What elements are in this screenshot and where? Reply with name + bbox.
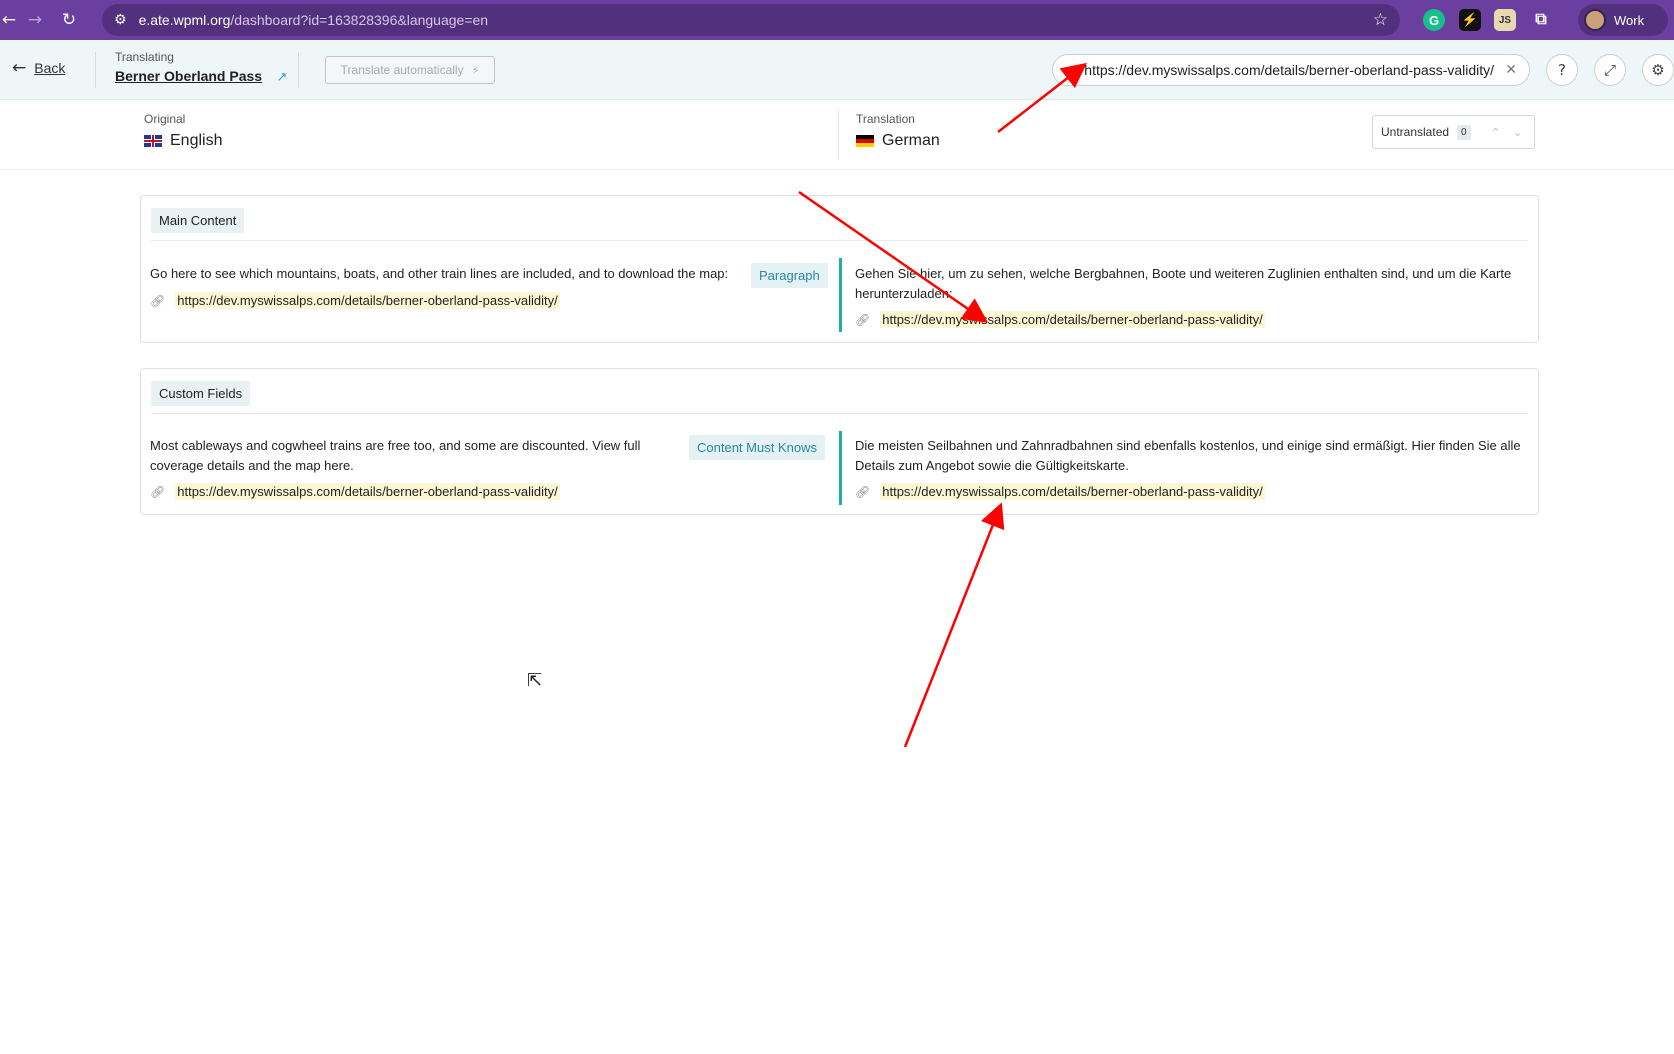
- source-text-line: coverage details and the map here.: [150, 458, 354, 473]
- original-lang: English: [170, 132, 223, 149]
- url-path: /dashboard?id=163828396&language=en: [230, 12, 489, 28]
- translate-automatically-label: Translate automatically: [340, 63, 464, 77]
- editor-toolbar: ← Back Translating Berner Oberland Pass …: [0, 40, 1674, 100]
- link-icon: 🔗︎: [855, 484, 871, 499]
- annotation-arrow: [903, 502, 1005, 748]
- translating-caption: Translating: [115, 50, 174, 64]
- search-icon: ⌕: [1065, 62, 1073, 78]
- divider: [95, 52, 96, 88]
- translation-caption: Translation: [856, 112, 915, 126]
- untranslated-count: 0: [1457, 124, 1471, 140]
- link-icon: 🔗︎: [855, 312, 871, 327]
- section-label: Custom Fields: [151, 381, 251, 406]
- gear-icon[interactable]: ⚙: [1642, 54, 1674, 86]
- back-arrow-icon: ←: [12, 58, 27, 78]
- source-link: 🔗︎ https://dev.myswissalps.com/details/b…: [150, 483, 560, 500]
- section-custom-fields: Custom Fields Most cableways and cogwhee…: [140, 368, 1539, 515]
- divider: [151, 413, 1528, 414]
- section-main-content: Main Content Go here to see which mounta…: [140, 195, 1539, 343]
- target-text-line: herunterzuladen:: [855, 286, 953, 301]
- search-field[interactable]: ⌕ ✕: [1052, 54, 1530, 86]
- external-link-icon[interactable]: ↗: [277, 70, 288, 85]
- target-url[interactable]: https://dev.myswissalps.com/details/bern…: [880, 483, 1265, 500]
- search-input[interactable]: [1084, 62, 1505, 78]
- extension-icon[interactable]: ⚡: [1459, 9, 1481, 31]
- germany-flag-icon: [856, 135, 874, 147]
- translate-automatically-button[interactable]: Translate automatically ⚡: [325, 56, 495, 84]
- target-text-line: Details zum Angebot sowie die Gültigkeit…: [855, 458, 1129, 473]
- site-settings-icon[interactable]: ⚙: [114, 12, 127, 28]
- star-icon[interactable]: ☆: [1373, 10, 1388, 30]
- help-icon[interactable]: ?: [1546, 54, 1578, 86]
- translation-status-bar: [839, 258, 842, 332]
- back-button[interactable]: ← Back: [12, 58, 65, 78]
- document-title-link[interactable]: Berner Oberland Pass: [115, 68, 262, 84]
- target-text[interactable]: Die meisten Seilbahnen und Zahnradbahnen…: [855, 436, 1521, 476]
- translation-status-bar: [839, 431, 842, 505]
- segment-type-tag: Content Must Knows: [689, 435, 825, 460]
- link-icon: 🔗︎: [150, 293, 166, 308]
- expand-icon[interactable]: ⤢: [1594, 54, 1626, 86]
- extension-icon[interactable]: JS: [1494, 9, 1516, 31]
- original-caption: Original: [144, 112, 186, 126]
- uk-flag-icon: [144, 135, 162, 147]
- back-label: Back: [34, 60, 66, 76]
- address-bar[interactable]: ⚙ e.ate.wpml.org/dashboard?id=163828396&…: [102, 4, 1400, 36]
- cursor-icon: ⇱: [527, 670, 543, 691]
- back-arrow-icon[interactable]: ←: [0, 10, 18, 30]
- browser-toolbar: ← → ↻ ⚙ e.ate.wpml.org/dashboard?id=1638…: [0, 0, 1674, 40]
- target-text-line: Die meisten Seilbahnen und Zahnradbahnen…: [855, 438, 1521, 453]
- reload-icon[interactable]: ↻: [52, 10, 86, 30]
- section-label: Main Content: [151, 208, 245, 233]
- target-text-line: Gehen Sie hier, um zu sehen, welche Berg…: [855, 266, 1512, 281]
- translation-language: Translation German: [856, 112, 940, 150]
- translation-lang: German: [882, 132, 940, 149]
- chevron-up-icon[interactable]: ⌃: [1485, 126, 1507, 139]
- source-url: https://dev.myswissalps.com/details/bern…: [175, 292, 560, 309]
- untranslated-filter[interactable]: Untranslated 0 ⌃ ⌄: [1372, 115, 1535, 149]
- extensions-puzzle-icon[interactable]: ⧉: [1530, 9, 1552, 31]
- source-link: 🔗︎ https://dev.myswissalps.com/details/b…: [150, 292, 560, 309]
- url-host: e.ate.wpml.org: [138, 12, 231, 28]
- translating-info: Translating Berner Oberland Pass ↗: [115, 50, 287, 86]
- forward-arrow-icon[interactable]: →: [18, 10, 52, 30]
- avatar: [1584, 9, 1606, 31]
- target-text[interactable]: Gehen Sie hier, um zu sehen, welche Berg…: [855, 264, 1511, 304]
- segment-type-tag: Paragraph: [751, 263, 828, 288]
- target-url[interactable]: https://dev.myswissalps.com/details/bern…: [880, 311, 1265, 328]
- original-language: Original English: [144, 112, 222, 150]
- column-divider: [838, 110, 839, 160]
- source-text[interactable]: Most cableways and cogwheel trains are f…: [150, 436, 640, 476]
- divider: [298, 52, 299, 88]
- link-icon: 🔗︎: [150, 484, 166, 499]
- clear-icon[interactable]: ✕: [1505, 62, 1517, 78]
- source-text[interactable]: Go here to see which mountains, boats, a…: [150, 264, 728, 284]
- divider: [151, 240, 1528, 241]
- source-url: https://dev.myswissalps.com/details/bern…: [175, 483, 560, 500]
- profile-button[interactable]: Work: [1578, 4, 1668, 36]
- target-link: 🔗︎ https://dev.myswissalps.com/details/b…: [855, 311, 1265, 328]
- profile-label: Work: [1614, 12, 1645, 28]
- grammarly-icon[interactable]: G: [1423, 9, 1445, 31]
- target-link: 🔗︎ https://dev.myswissalps.com/details/b…: [855, 483, 1265, 500]
- bolt-icon: ⚡: [471, 63, 480, 77]
- chevron-down-icon[interactable]: ⌄: [1507, 126, 1529, 139]
- source-text-line: Most cableways and cogwheel trains are f…: [150, 438, 641, 453]
- untranslated-label: Untranslated: [1381, 125, 1450, 139]
